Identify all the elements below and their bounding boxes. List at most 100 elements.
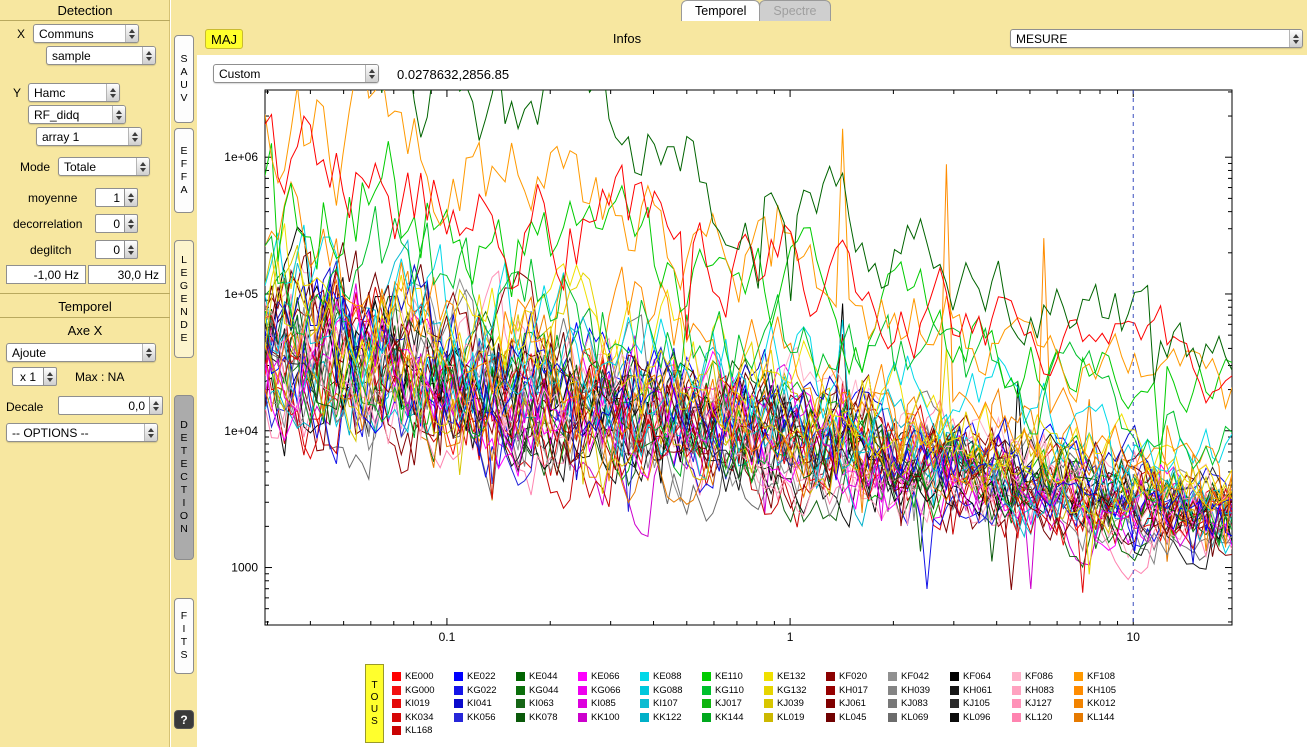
freq-max-field[interactable]: 30,0 Hz [88,265,166,284]
up-down-stepper-icon[interactable] [150,396,163,415]
legend-item-KJ127[interactable]: KJ127 [1012,697,1074,711]
legend-item-KE066[interactable]: KE066 [578,670,640,684]
legend-item-KL019[interactable]: KL019 [764,711,826,725]
legend-item-KJ039[interactable]: KJ039 [764,697,826,711]
deglitch-stepper[interactable]: 0 [95,240,138,259]
legend-item-KG022[interactable]: KG022 [454,684,516,698]
legend-item-KG066[interactable]: KG066 [578,684,640,698]
mode-select[interactable]: Totale [58,157,150,176]
button-letter: F [181,610,187,623]
legend-item-KL144[interactable]: KL144 [1074,711,1136,725]
legend-item-KG110[interactable]: KG110 [702,684,764,698]
legend-item-KH039[interactable]: KH039 [888,684,950,698]
svg-text:1: 1 [787,630,794,644]
legend-item-KL045[interactable]: KL045 [826,711,888,725]
mesure-select[interactable]: MESURE [1010,29,1303,48]
legend-item-KK122[interactable]: KK122 [640,711,702,725]
up-down-stepper-icon[interactable] [125,214,138,233]
legend-item-KF108[interactable]: KF108 [1074,670,1136,684]
tab-spectre[interactable]: Spectre [759,0,830,21]
x-scale-stepper[interactable]: x 1 [12,367,57,386]
legend-item-KL096[interactable]: KL096 [950,711,1012,725]
custom-scale-select[interactable]: Custom [213,64,379,83]
legend-item-KL069[interactable]: KL069 [888,711,950,725]
tous-button[interactable]: TOUS [365,664,384,743]
dropdown-stepper-icon[interactable] [142,47,155,64]
x-category-select[interactable]: Communs [33,24,139,43]
legend-item-KG132[interactable]: KG132 [764,684,826,698]
legend-item-KE044[interactable]: KE044 [516,670,578,684]
decale-stepper[interactable]: 0,0 [58,396,163,415]
moyenne-stepper[interactable]: 1 [95,188,138,207]
up-down-stepper-icon[interactable] [125,188,138,207]
legend-item-KG088[interactable]: KG088 [640,684,702,698]
legend-item-KF086[interactable]: KF086 [1012,670,1074,684]
legend-item-KJ083[interactable]: KJ083 [888,697,950,711]
decorrelation-stepper[interactable]: 0 [95,214,138,233]
legend-item-KI107[interactable]: KI107 [640,697,702,711]
ajoute-select[interactable]: Ajoute [6,343,156,362]
dropdown-stepper-icon[interactable] [106,84,119,101]
tool-effa-button[interactable]: EFFA [174,128,194,213]
legend-item-KL120[interactable]: KL120 [1012,711,1074,725]
tool-legende-button[interactable]: LEGENDE [174,240,194,358]
y-array-select[interactable]: array 1 [36,127,142,146]
y-category-select[interactable]: Hamc [28,83,120,102]
legend-item-KE110[interactable]: KE110 [702,670,764,684]
legend-item-KK056[interactable]: KK056 [454,711,516,725]
legend-item-KE132[interactable]: KE132 [764,670,826,684]
legend-item-KK100[interactable]: KK100 [578,711,640,725]
tab-temporel[interactable]: Temporel [681,0,760,21]
x-scale-value[interactable]: x 1 [12,367,44,386]
y-signal-select[interactable]: RF_didq [28,105,126,124]
legend-item-KJ061[interactable]: KJ061 [826,697,888,711]
spectra-plot-area[interactable]: 0.111010001e+041e+051e+06 [203,88,1304,650]
legend-item-KH017[interactable]: KH017 [826,684,888,698]
up-down-stepper-icon[interactable] [125,240,138,259]
up-down-stepper-icon[interactable] [44,367,57,386]
legend-item-KF020[interactable]: KF020 [826,670,888,684]
decorrelation-value[interactable]: 0 [95,214,125,233]
legend-item-KI085[interactable]: KI085 [578,697,640,711]
dropdown-stepper-icon[interactable] [365,65,378,82]
legend-item-KI019[interactable]: KI019 [392,697,454,711]
dropdown-stepper-icon[interactable] [136,158,149,175]
decale-value[interactable]: 0,0 [58,396,150,415]
legend-item-KG044[interactable]: KG044 [516,684,578,698]
maj-button[interactable]: MAJ [205,29,243,49]
legend-item-KE022[interactable]: KE022 [454,670,516,684]
legend-item-KH105[interactable]: KH105 [1074,684,1136,698]
dropdown-stepper-icon[interactable] [125,25,138,42]
legend-item-KE088[interactable]: KE088 [640,670,702,684]
dropdown-stepper-icon[interactable] [144,424,157,441]
tool-sauv-button[interactable]: SAUV [174,35,194,123]
dropdown-stepper-icon[interactable] [1289,30,1302,47]
spectra-plot[interactable]: 0.111010001e+041e+051e+06 [203,88,1304,650]
legend-item-KH061[interactable]: KH061 [950,684,1012,698]
legend-item-KK144[interactable]: KK144 [702,711,764,725]
freq-min-field[interactable]: -1,00 Hz [6,265,86,284]
tool-fits-button[interactable]: FITS [174,598,194,674]
legend-item-KK012[interactable]: KK012 [1074,697,1136,711]
legend-item-KI041[interactable]: KI041 [454,697,516,711]
options-select[interactable]: -- OPTIONS -- [6,423,158,442]
legend-item-KF064[interactable]: KF064 [950,670,1012,684]
deglitch-value[interactable]: 0 [95,240,125,259]
legend-item-KI063[interactable]: KI063 [516,697,578,711]
legend-item-KK034[interactable]: KK034 [392,711,454,725]
help-button[interactable]: ? [174,710,194,729]
moyenne-value[interactable]: 1 [95,188,125,207]
tool-detection-button[interactable]: DETECTION [174,395,194,560]
x-sample-select[interactable]: sample [46,46,156,65]
legend-item-KE000[interactable]: KE000 [392,670,454,684]
dropdown-stepper-icon[interactable] [112,106,125,123]
legend-item-KG000[interactable]: KG000 [392,684,454,698]
dropdown-stepper-icon[interactable] [142,344,155,361]
legend-item-KJ105[interactable]: KJ105 [950,697,1012,711]
legend-item-KK078[interactable]: KK078 [516,711,578,725]
legend-item-KF042[interactable]: KF042 [888,670,950,684]
legend-item-KL168[interactable]: KL168 [392,724,454,738]
dropdown-stepper-icon[interactable] [128,128,141,145]
legend-item-KH083[interactable]: KH083 [1012,684,1074,698]
legend-item-KJ017[interactable]: KJ017 [702,697,764,711]
